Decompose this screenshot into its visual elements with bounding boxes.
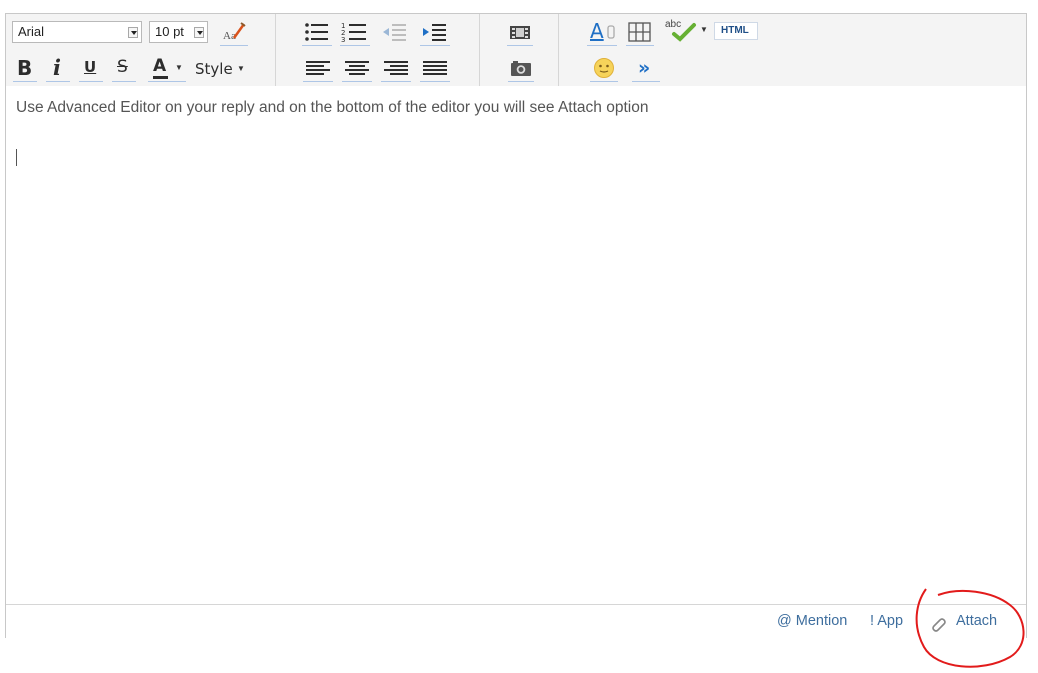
font-color-label: A: [153, 56, 167, 76]
numbered-list-icon: 1 2 3: [341, 22, 366, 44]
align-right-icon: [384, 61, 408, 75]
insert-table-button[interactable]: [626, 20, 654, 46]
editor-toolbar: Arial 10 pt Aa 1 2 3 A abc ▼ HTML B i U …: [6, 14, 1026, 87]
outdent-icon: [383, 24, 406, 41]
svg-text:3: 3: [341, 36, 345, 44]
chevron-down-icon: ▼: [700, 25, 708, 34]
html-label: HTML: [721, 25, 749, 36]
italic-label: i: [53, 55, 61, 80]
spellcheck-button[interactable]: abc ▼: [662, 18, 710, 42]
toolbar-separator: [275, 14, 276, 86]
chevron-down-icon: ▼: [175, 63, 183, 72]
insert-image-button[interactable]: [508, 56, 534, 82]
emoji-button[interactable]: [590, 56, 618, 82]
align-right-button[interactable]: [381, 56, 411, 82]
strikethrough-label: S: [117, 57, 128, 77]
align-left-button[interactable]: [303, 56, 333, 82]
chevron-down-icon: [128, 27, 138, 38]
italic-button[interactable]: i: [46, 55, 70, 82]
insert-video-button[interactable]: [507, 20, 533, 46]
clear-format-icon: Aa: [223, 22, 246, 42]
editor-content[interactable]: Use Advanced Editor on your reply and on…: [6, 86, 1026, 604]
justify-button[interactable]: [420, 56, 450, 82]
indent-icon: [423, 24, 446, 41]
bullet-list-icon: [305, 23, 328, 41]
editor-footer: @ Mention ! App Attach: [6, 604, 1026, 638]
highlight-letter: A: [590, 19, 604, 43]
font-color-swatch: [153, 76, 168, 79]
editor-text: Use Advanced Editor on your reply and on…: [16, 99, 649, 116]
text-cursor: [16, 149, 17, 166]
mention-link[interactable]: @ Mention: [777, 613, 847, 629]
camera-icon: [511, 61, 531, 76]
bold-button[interactable]: B: [13, 55, 37, 82]
underline-button[interactable]: U: [79, 55, 103, 82]
align-center-icon: [345, 61, 369, 75]
style-label: Style: [195, 60, 233, 78]
outdent-button[interactable]: [380, 20, 410, 46]
font-family-select[interactable]: Arial: [12, 21, 142, 43]
more-icon: »: [638, 57, 651, 79]
font-size-select[interactable]: 10 pt: [149, 21, 208, 43]
more-button[interactable]: »: [632, 56, 660, 82]
justify-icon: [423, 61, 447, 75]
highlight-button[interactable]: A: [587, 19, 617, 46]
indent-button[interactable]: [420, 20, 450, 46]
html-button[interactable]: HTML: [714, 22, 758, 40]
bold-label: B: [17, 56, 33, 80]
chevron-down-icon: ▼: [237, 64, 245, 73]
attach-link[interactable]: Attach: [928, 611, 1024, 633]
align-left-icon: [306, 61, 330, 75]
strikethrough-button[interactable]: S: [112, 55, 136, 82]
style-dropdown[interactable]: Style ▼: [193, 58, 255, 80]
video-icon: [510, 26, 530, 39]
highlight-icon: [607, 25, 615, 39]
table-icon: [628, 22, 651, 42]
attach-label: Attach: [956, 613, 998, 629]
align-center-button[interactable]: [342, 56, 372, 82]
spellcheck-icon: [672, 23, 696, 42]
numbered-list-button[interactable]: 1 2 3: [340, 20, 370, 46]
paperclip-icon: [932, 618, 946, 632]
toolbar-separator: [558, 14, 559, 86]
font-family-value: Arial: [18, 24, 45, 39]
app-link[interactable]: ! App: [870, 613, 903, 629]
clear-format-button[interactable]: Aa: [220, 20, 248, 46]
underline-label: U: [84, 58, 97, 76]
emoji-icon: [594, 58, 614, 78]
chevron-down-icon: [194, 27, 204, 38]
bullet-list-button[interactable]: [302, 20, 332, 46]
toolbar-separator: [479, 14, 480, 86]
font-color-button[interactable]: A ▼: [148, 55, 186, 82]
rich-text-editor: Arial 10 pt Aa 1 2 3 A abc ▼ HTML B i U …: [5, 13, 1027, 638]
font-size-value: 10 pt: [155, 24, 184, 39]
